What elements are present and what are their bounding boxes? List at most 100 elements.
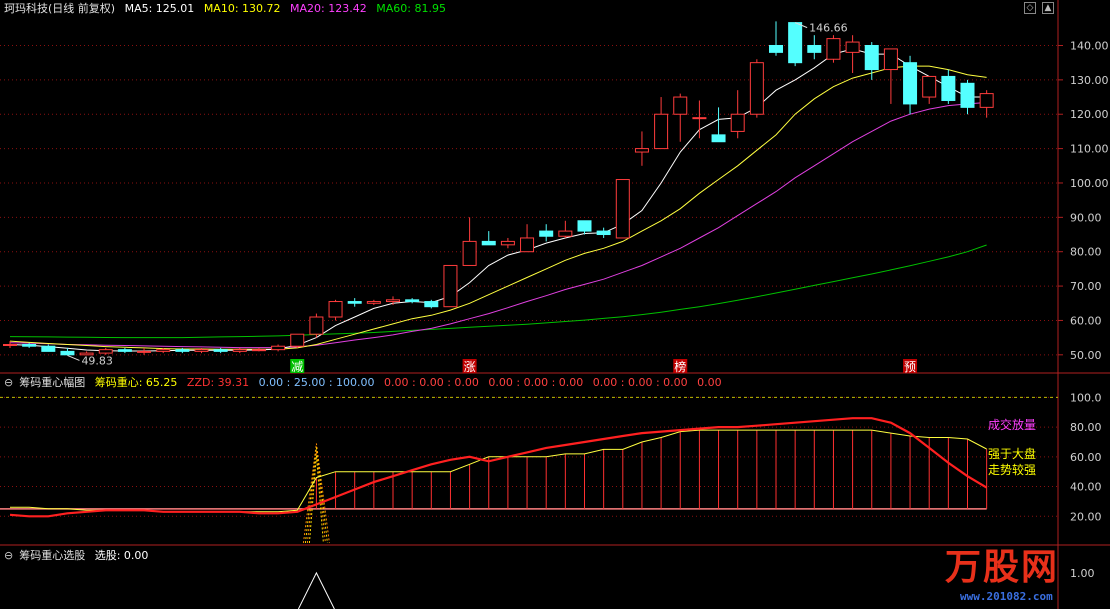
candle-body bbox=[634, 148, 649, 153]
candle bbox=[807, 35, 822, 60]
candle bbox=[979, 90, 994, 118]
indicator-panel-header: ⊖ 筹码重心幅图 筹码重心: 65.25 ZZD: 39.31 0.00 : 25… bbox=[4, 375, 728, 391]
candle-body bbox=[251, 349, 266, 352]
candle-body bbox=[60, 350, 75, 356]
y-tick-label: 1.00 bbox=[1070, 567, 1095, 580]
candle bbox=[366, 299, 381, 305]
candle bbox=[615, 179, 630, 239]
candle-body bbox=[730, 113, 745, 132]
zzd-line bbox=[9, 417, 988, 518]
candle-body bbox=[290, 333, 305, 347]
ma20-label: MA20: 123.42 bbox=[290, 2, 367, 15]
candle bbox=[213, 347, 228, 354]
ma20-line bbox=[9, 102, 987, 349]
candle bbox=[749, 59, 764, 118]
candle-body bbox=[941, 75, 956, 101]
candle-body bbox=[769, 44, 783, 53]
panel-menu-icon[interactable]: ⊖ bbox=[4, 549, 13, 562]
zzd-label: ZZD: 39.31 bbox=[186, 376, 250, 389]
candle-body bbox=[615, 179, 630, 239]
y-tick-label: 70.00 bbox=[1070, 280, 1102, 293]
candle bbox=[769, 21, 783, 56]
candle-body bbox=[347, 301, 362, 304]
candle bbox=[941, 69, 956, 104]
selection-value: 选股: 0.00 bbox=[94, 549, 149, 562]
candle-body bbox=[443, 264, 458, 308]
candle-body bbox=[405, 299, 420, 303]
panel-menu-icon[interactable]: ⊖ bbox=[4, 376, 13, 389]
candle-body bbox=[386, 299, 400, 303]
brand-url: www.201082.com bbox=[960, 590, 1053, 603]
candle bbox=[271, 344, 286, 352]
candle bbox=[290, 333, 305, 348]
extra-values-3: 0.00 : 0.00 : 0.00 bbox=[592, 376, 688, 389]
selection-title[interactable]: 筹码重心选股 bbox=[19, 549, 85, 562]
candle-body bbox=[462, 240, 477, 266]
candle bbox=[347, 298, 362, 307]
selection-panel-header: ⊖ 筹码重心选股 选股: 0.00 bbox=[4, 548, 154, 564]
candle bbox=[405, 298, 420, 304]
annotation-strong-trend: 走势较强 bbox=[988, 463, 1037, 477]
candle-body bbox=[328, 301, 343, 318]
candle-body bbox=[194, 349, 209, 352]
candle-body bbox=[366, 301, 381, 304]
candle bbox=[673, 93, 688, 142]
candle-body bbox=[156, 349, 171, 352]
candle-body bbox=[826, 38, 841, 60]
ma5-line bbox=[9, 48, 987, 352]
candle-body bbox=[864, 44, 879, 71]
candle bbox=[634, 131, 649, 166]
candle-body bbox=[232, 349, 247, 352]
candle bbox=[577, 220, 592, 235]
candle-body bbox=[922, 75, 937, 98]
candle-body bbox=[117, 349, 132, 352]
event-marker-label: 榜 bbox=[674, 359, 686, 374]
candle-body bbox=[577, 220, 592, 232]
y-tick-label: 130.00 bbox=[1070, 74, 1109, 87]
candle-body bbox=[481, 240, 496, 246]
ma60-line bbox=[9, 244, 987, 339]
chip-center-line bbox=[10, 429, 987, 513]
stock-chart-canvas[interactable]: 140.00 130.00 120.00 110.00 100.00 90.00 80.00… bbox=[0, 0, 1110, 609]
candle-body bbox=[41, 345, 56, 352]
candle-body bbox=[213, 349, 228, 352]
y-tick-label: 110.00 bbox=[1070, 143, 1109, 156]
ma5-label: MA5: 125.01 bbox=[124, 2, 195, 15]
annotation-strong-market: 强于大盘 bbox=[988, 447, 1037, 461]
y-tick-label: 90.00 bbox=[1070, 211, 1102, 224]
candle-body bbox=[788, 22, 803, 64]
indicator-title[interactable]: 筹码重心幅图 bbox=[19, 376, 85, 389]
selection-signal bbox=[297, 571, 335, 609]
candle-body bbox=[883, 48, 898, 71]
candle-body bbox=[596, 230, 611, 236]
candle bbox=[443, 264, 458, 308]
candle-body bbox=[520, 237, 535, 253]
candle bbox=[137, 347, 152, 355]
restore-icon[interactable]: ◇ bbox=[1024, 2, 1036, 14]
candle bbox=[481, 231, 496, 246]
event-marker-label: 涨 bbox=[464, 359, 476, 374]
candle bbox=[328, 299, 343, 321]
candle bbox=[883, 48, 898, 104]
candle-body bbox=[903, 62, 918, 105]
extra-values-4: 0.00 bbox=[697, 376, 722, 389]
candle bbox=[692, 100, 707, 139]
candle-body bbox=[271, 345, 286, 351]
y-tick-label: 80.00 bbox=[1070, 421, 1102, 434]
candle-body bbox=[845, 41, 860, 53]
main-panel-header: 珂玛科技(日线 前复权) MA5: 125.01 MA10: 130.72 MA… bbox=[4, 1, 452, 17]
candle bbox=[424, 299, 439, 309]
y-tick-label: 20.00 bbox=[1070, 510, 1102, 523]
candle-body bbox=[960, 82, 975, 108]
candle-body bbox=[137, 350, 152, 353]
candle bbox=[539, 224, 554, 242]
scroll-icon[interactable]: ▲ bbox=[1042, 2, 1054, 14]
y-tick-label: 60.00 bbox=[1070, 451, 1102, 464]
candle bbox=[654, 97, 669, 150]
candle-body bbox=[424, 301, 439, 308]
candle bbox=[309, 313, 324, 338]
candle bbox=[845, 35, 860, 73]
candle bbox=[558, 220, 573, 238]
ref-values-label: 0.00 : 25.00 : 100.00 bbox=[258, 376, 375, 389]
candle bbox=[960, 79, 975, 115]
